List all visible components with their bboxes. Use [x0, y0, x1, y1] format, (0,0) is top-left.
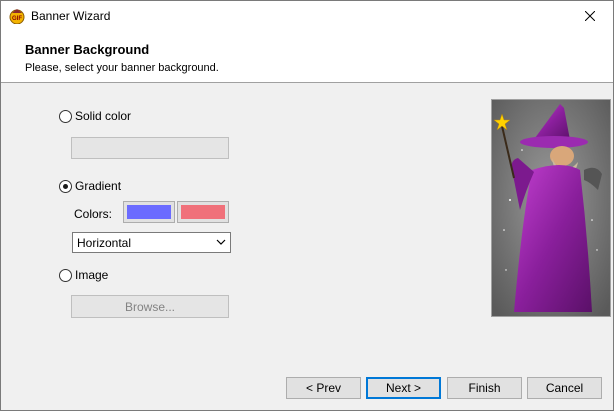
- gradient-radio[interactable]: Gradient: [59, 179, 121, 193]
- prev-button[interactable]: < Prev: [286, 377, 361, 399]
- window-title: Banner Wizard: [31, 9, 111, 23]
- chevron-down-icon: [216, 239, 226, 245]
- cancel-button[interactable]: Cancel: [527, 377, 602, 399]
- gradient-label: Gradient: [75, 179, 122, 193]
- banner-wizard-window: GIF Banner Wizard Banner Background Plea…: [0, 0, 614, 411]
- browse-button[interactable]: Browse...: [71, 295, 229, 318]
- next-button[interactable]: Next >: [366, 377, 441, 399]
- gif-app-icon: GIF: [9, 9, 25, 24]
- gradient-color-2-button[interactable]: [177, 201, 229, 223]
- page-subtitle: Please, select your banner background.: [25, 62, 219, 74]
- color-swatch-red: [181, 205, 225, 219]
- radio-unchecked-icon: [59, 109, 72, 123]
- solid-color-picker-button[interactable]: [71, 137, 229, 159]
- solid-color-label: Solid color: [75, 109, 132, 123]
- wizard-header: Banner Background Please, select your ba…: [1, 31, 613, 83]
- gradient-direction-value: Horizontal: [77, 235, 132, 250]
- wizard-image: [492, 100, 610, 316]
- finish-button[interactable]: Finish: [447, 377, 522, 399]
- radio-unchecked-icon: [59, 268, 72, 282]
- gradient-direction-select[interactable]: Horizontal: [72, 232, 231, 253]
- page-title: Banner Background: [25, 42, 150, 57]
- svg-text:GIF: GIF: [12, 16, 22, 22]
- image-label: Image: [75, 268, 109, 282]
- wizard-preview-image: [491, 99, 611, 317]
- image-radio[interactable]: Image: [59, 268, 108, 282]
- radio-checked-icon: [59, 179, 72, 193]
- color-swatch-blue: [127, 205, 171, 219]
- title-bar: GIF Banner Wizard: [1, 1, 613, 31]
- close-icon: [585, 11, 595, 21]
- solid-color-radio[interactable]: Solid color: [59, 109, 131, 123]
- close-button[interactable]: [567, 1, 613, 31]
- gradient-color-1-button[interactable]: [123, 201, 175, 223]
- colors-label: Colors:: [74, 207, 113, 221]
